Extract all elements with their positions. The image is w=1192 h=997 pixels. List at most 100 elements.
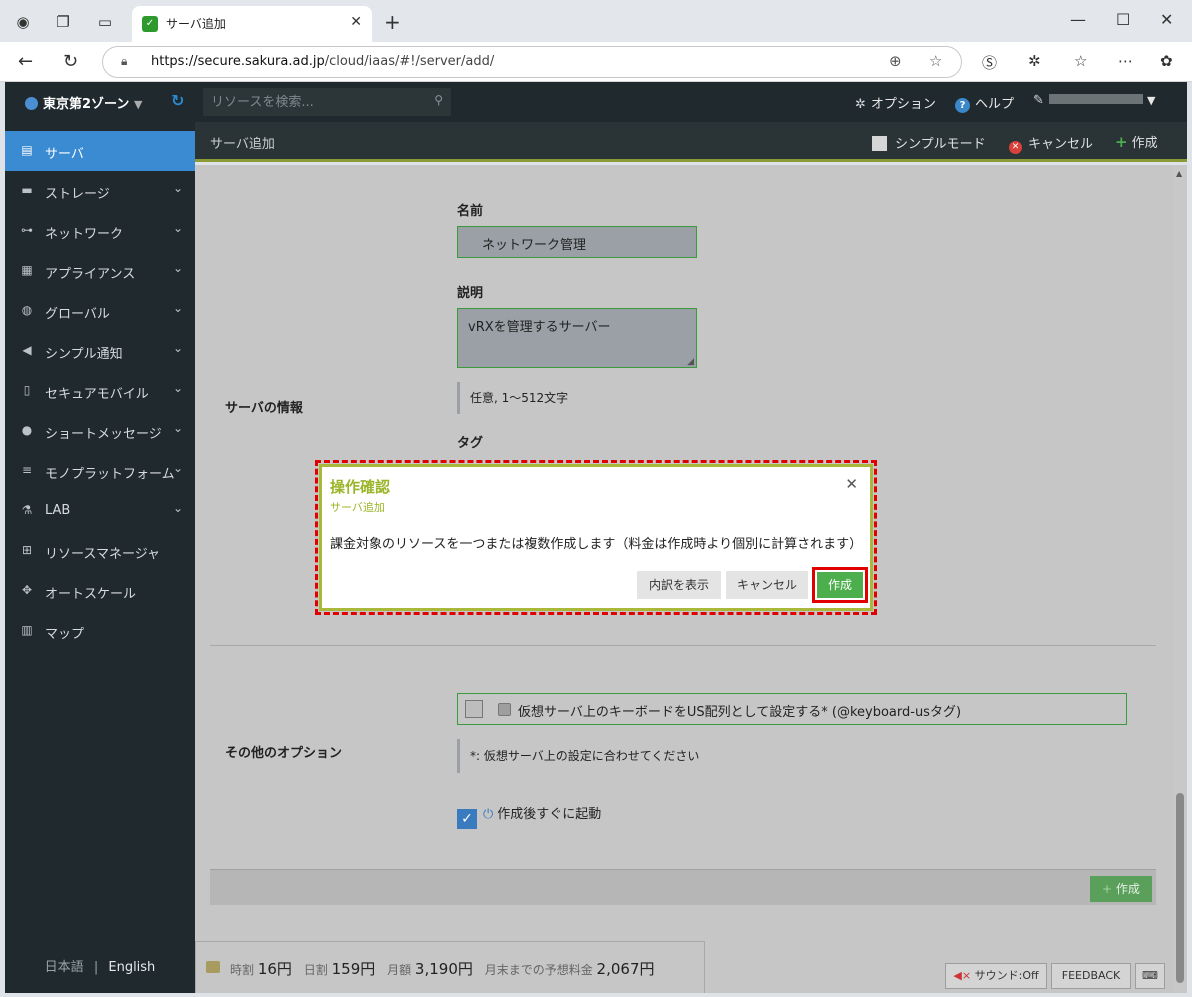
resize-handle-icon[interactable]: ◢ xyxy=(687,357,694,367)
chevron-down-icon: ▼ xyxy=(1147,94,1156,107)
close-tab-icon[interactable]: ✕ xyxy=(350,14,362,30)
zone-label: 東京第2ゾーン xyxy=(43,97,130,112)
page-scrollbar[interactable]: ▲ xyxy=(1173,165,1187,993)
lock-icon: 🔒︎ xyxy=(121,54,128,68)
chevron-down-icon: ⌄ xyxy=(172,501,183,515)
monthly-label: 月額 xyxy=(387,963,412,977)
minimize-icon[interactable]: — xyxy=(1070,10,1086,29)
keyboard-us-option[interactable]: 仮想サーバ上のキーボードをUS配列として設定する* (@keyboard-usタ… xyxy=(457,693,1127,725)
lang-japanese[interactable]: 日本語 xyxy=(45,960,84,975)
sidebar-item-server[interactable]: ▤ サーバ xyxy=(5,131,195,171)
sidebar-item-simple-notification[interactable]: ◀ シンプル通知 ⌄ xyxy=(5,331,195,371)
cancel-icon: ✕ xyxy=(1009,141,1022,154)
daily-value: 159円 xyxy=(331,960,376,978)
more-icon[interactable]: ⋯ xyxy=(1118,52,1133,70)
sidebar-item-map[interactable]: ▥ マップ xyxy=(5,611,195,651)
description-textarea[interactable]: vRXを管理するサーバー ◢ xyxy=(457,308,697,368)
dialog-title: 操作確認 xyxy=(330,478,391,496)
maximize-icon[interactable]: ☐ xyxy=(1116,10,1130,29)
chevron-down-icon: ⌄ xyxy=(172,421,183,435)
workspaces-icon[interactable]: ❐ xyxy=(52,11,74,33)
create-button-highlight: 作成 xyxy=(812,567,868,603)
back-icon[interactable]: ← xyxy=(18,51,33,72)
url-field[interactable]: 🔒︎ https://secure.sakura.ad.jp/cloud/iaa… xyxy=(102,46,962,78)
megaphone-icon: ◀ xyxy=(22,343,32,357)
network-icon: ⊶ xyxy=(21,223,33,237)
boot-checkbox-checked[interactable]: ✓ xyxy=(457,809,477,829)
extension-s-icon[interactable]: Ⓢ xyxy=(982,52,997,73)
chat-icon: ● xyxy=(21,423,33,437)
copilot-icon[interactable]: ✿ xyxy=(1160,52,1173,70)
chevron-down-icon: ⌄ xyxy=(172,461,183,475)
scrollbar-thumb[interactable] xyxy=(1176,793,1184,983)
sound-off-icon: ◀× xyxy=(953,969,972,982)
hierarchy-icon: ⊞ xyxy=(21,543,33,557)
reader-icon[interactable]: ⊕ xyxy=(889,52,902,70)
estimate-label: 月末までの予想料金 xyxy=(484,963,593,977)
reload-icon[interactable]: ↻ xyxy=(63,51,78,72)
description-hint: 任意, 1〜512文字 xyxy=(457,382,568,414)
dialog-close-icon[interactable]: ✕ xyxy=(845,475,858,493)
new-tab-icon[interactable]: + xyxy=(384,10,401,34)
sidebar-item-lab[interactable]: ⚗ LAB ⌄ xyxy=(5,491,195,531)
dialog-cancel-button[interactable]: キャンセル xyxy=(726,571,808,599)
extensions-icon[interactable]: ✲ xyxy=(1028,52,1041,70)
keyboard-shortcut-button[interactable]: ⌨ xyxy=(1135,963,1165,989)
sound-toggle-button[interactable]: ◀× サウンド:Off xyxy=(945,963,1047,989)
account-menu[interactable]: ✎ ▼ xyxy=(1033,93,1156,108)
sidebar-item-autoscale[interactable]: ✥ オートスケール xyxy=(5,571,195,611)
sidebar-item-mono-platform[interactable]: ≡ モノプラットフォーム ⌄ xyxy=(5,451,195,491)
language-switcher: 日本語 | English xyxy=(5,956,195,975)
favorite-star-icon[interactable]: ☆ xyxy=(929,52,942,70)
close-window-icon[interactable]: ✕ xyxy=(1160,10,1173,29)
confirm-dialog: 操作確認 サーバ追加 ✕ 課金対象のリソースを一つまたは複数作成します（料金は作… xyxy=(319,464,873,611)
simple-mode-toggle[interactable]: シンプルモード xyxy=(872,133,986,152)
stack-icon: ≡ xyxy=(21,463,33,477)
browser-tab-bar: ◉ ❐ ▭ ✓ サーバ追加 ✕ + — ☐ ✕ xyxy=(0,0,1192,42)
search-icon[interactable]: ⚲ xyxy=(434,93,443,107)
boot-after-create-option[interactable]: ✓ ⏻ 作成後すぐに起動 xyxy=(457,803,601,829)
account-name-redacted xyxy=(1048,94,1143,104)
feedback-button[interactable]: FEEDBACK xyxy=(1051,963,1131,989)
options-link[interactable]: ✲ オプション xyxy=(855,93,936,112)
refresh-icon[interactable]: ↻ xyxy=(171,91,184,110)
sidebar-item-resource-manager[interactable]: ⊞ リソースマネージャ xyxy=(5,531,195,571)
dialog-create-button[interactable]: 作成 xyxy=(817,572,863,598)
chevron-down-icon: ⌄ xyxy=(172,381,183,395)
daily-label: 日割 xyxy=(303,963,328,977)
resource-search[interactable]: ⚲ xyxy=(203,88,451,116)
lang-separator: | xyxy=(93,960,99,975)
dialog-subtitle: サーバ追加 xyxy=(330,501,385,514)
scroll-up-icon[interactable]: ▲ xyxy=(1176,169,1182,178)
name-input[interactable]: ネットワーク管理 xyxy=(457,226,697,258)
power-icon: ⏻ xyxy=(483,807,494,822)
header-create-button[interactable]: + 作成 xyxy=(1115,132,1158,151)
sidebar-item-short-message[interactable]: ● ショートメッセージ ⌄ xyxy=(5,411,195,451)
sidebar-item-storage[interactable]: ▬ ストレージ ⌄ xyxy=(5,171,195,211)
keyboard-us-checkbox[interactable] xyxy=(465,700,483,718)
sidebar-item-secure-mobile[interactable]: ▯ セキュアモバイル ⌄ xyxy=(5,371,195,411)
keyboard-hint: *: 仮想サーバ上の設定に合わせてください xyxy=(457,739,699,773)
tab-actions-icon[interactable]: ▭ xyxy=(94,11,116,33)
url-domain: https://secure.sakura.ad.jp xyxy=(151,54,325,69)
lang-english[interactable]: English xyxy=(108,960,155,975)
feather-icon: ✎ xyxy=(1033,93,1044,108)
sidebar-item-global[interactable]: ◍ グローバル ⌄ xyxy=(5,291,195,331)
appliance-icon: ▦ xyxy=(21,263,33,277)
footer-create-button[interactable]: + 作成 xyxy=(1090,876,1152,902)
chevron-down-icon: ▼ xyxy=(133,98,143,111)
browser-address-bar: ← ↻ 🔒︎ https://secure.sakura.ad.jp/cloud… xyxy=(0,42,1192,82)
server-icon: ▤ xyxy=(21,143,33,157)
sidebar-item-network[interactable]: ⊶ ネットワーク ⌄ xyxy=(5,211,195,251)
section-other-options: その他のオプション xyxy=(225,746,343,761)
search-input[interactable] xyxy=(211,92,421,112)
sidebar-item-appliance[interactable]: ▦ アプライアンス ⌄ xyxy=(5,251,195,291)
browser-tab-active[interactable]: ✓ サーバ追加 ✕ xyxy=(132,6,372,42)
zone-selector[interactable]: 東京第2ゾーン ▼ xyxy=(25,93,142,112)
header-cancel-button[interactable]: ✕ キャンセル xyxy=(1009,133,1093,154)
checkbox-icon xyxy=(872,136,887,151)
show-breakdown-button[interactable]: 内訳を表示 xyxy=(637,571,721,599)
favorites-icon[interactable]: ☆ xyxy=(1074,52,1087,70)
help-link[interactable]: ? ヘルプ xyxy=(955,93,1014,113)
profile-icon[interactable]: ◉ xyxy=(12,11,34,33)
